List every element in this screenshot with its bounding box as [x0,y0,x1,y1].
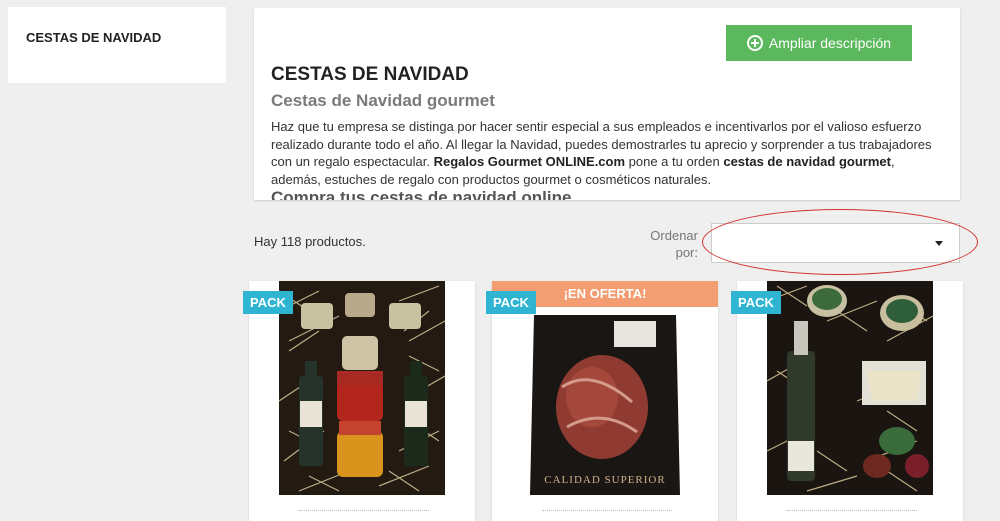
gift-basket-illustration [279,281,445,495]
category-description: Haz que tu empresa se distinga por hacer… [271,118,943,188]
pack-flag: PACK [486,291,536,314]
pack-flag: PACK [731,291,781,314]
product-image[interactable] [279,281,445,495]
description-bold-keyword: cestas de navidad gourmet [723,154,891,169]
gourmet-box-illustration [767,281,933,495]
svg-text:CALIDAD SUPERIOR: CALIDAD SUPERIOR [544,474,665,486]
product-name-stub [542,510,672,517]
product-name-stub [299,510,429,517]
sidebar-item-cestas-de-navidad[interactable]: CESTAS DE NAVIDAD [26,30,208,45]
pack-flag: PACK [243,291,293,314]
description-bold-brand: Regalos Gourmet ONLINE.com [433,154,626,169]
product-card[interactable]: PACK [731,281,963,521]
category-title: CESTAS DE NAVIDAD [271,64,469,85]
product-card[interactable]: ¡EN OFERTA! CALIDAD SUPERIOR PACK [486,281,718,521]
product-image[interactable]: CALIDAD SUPERIOR [522,307,688,495]
plus-circle-icon [746,35,763,51]
product-card[interactable]: PACK [243,281,475,521]
caret-down-icon [935,241,943,246]
expand-description-button[interactable]: Ampliar descripción [726,25,912,61]
expand-description-label: Ampliar descripción [768,35,892,51]
category-subtitle: Cestas de Navidad gourmet [271,91,495,110]
product-name-stub [787,510,917,517]
product-count: Hay 118 productos. [254,234,366,249]
description-text: pone a tu orden [625,154,724,169]
sidebar-block: CESTAS DE NAVIDAD [8,7,226,83]
sort-label: Ordenar por: [650,228,698,260]
category-description-card: Ampliar descripción CESTAS DE NAVIDAD Ce… [254,8,960,200]
product-image[interactable] [767,281,933,495]
category-heading-2: Compra tus cestas de navidad online [271,188,572,200]
sort-dropdown[interactable] [711,223,960,263]
sliced-ham-pack-illustration: CALIDAD SUPERIOR [522,307,688,495]
